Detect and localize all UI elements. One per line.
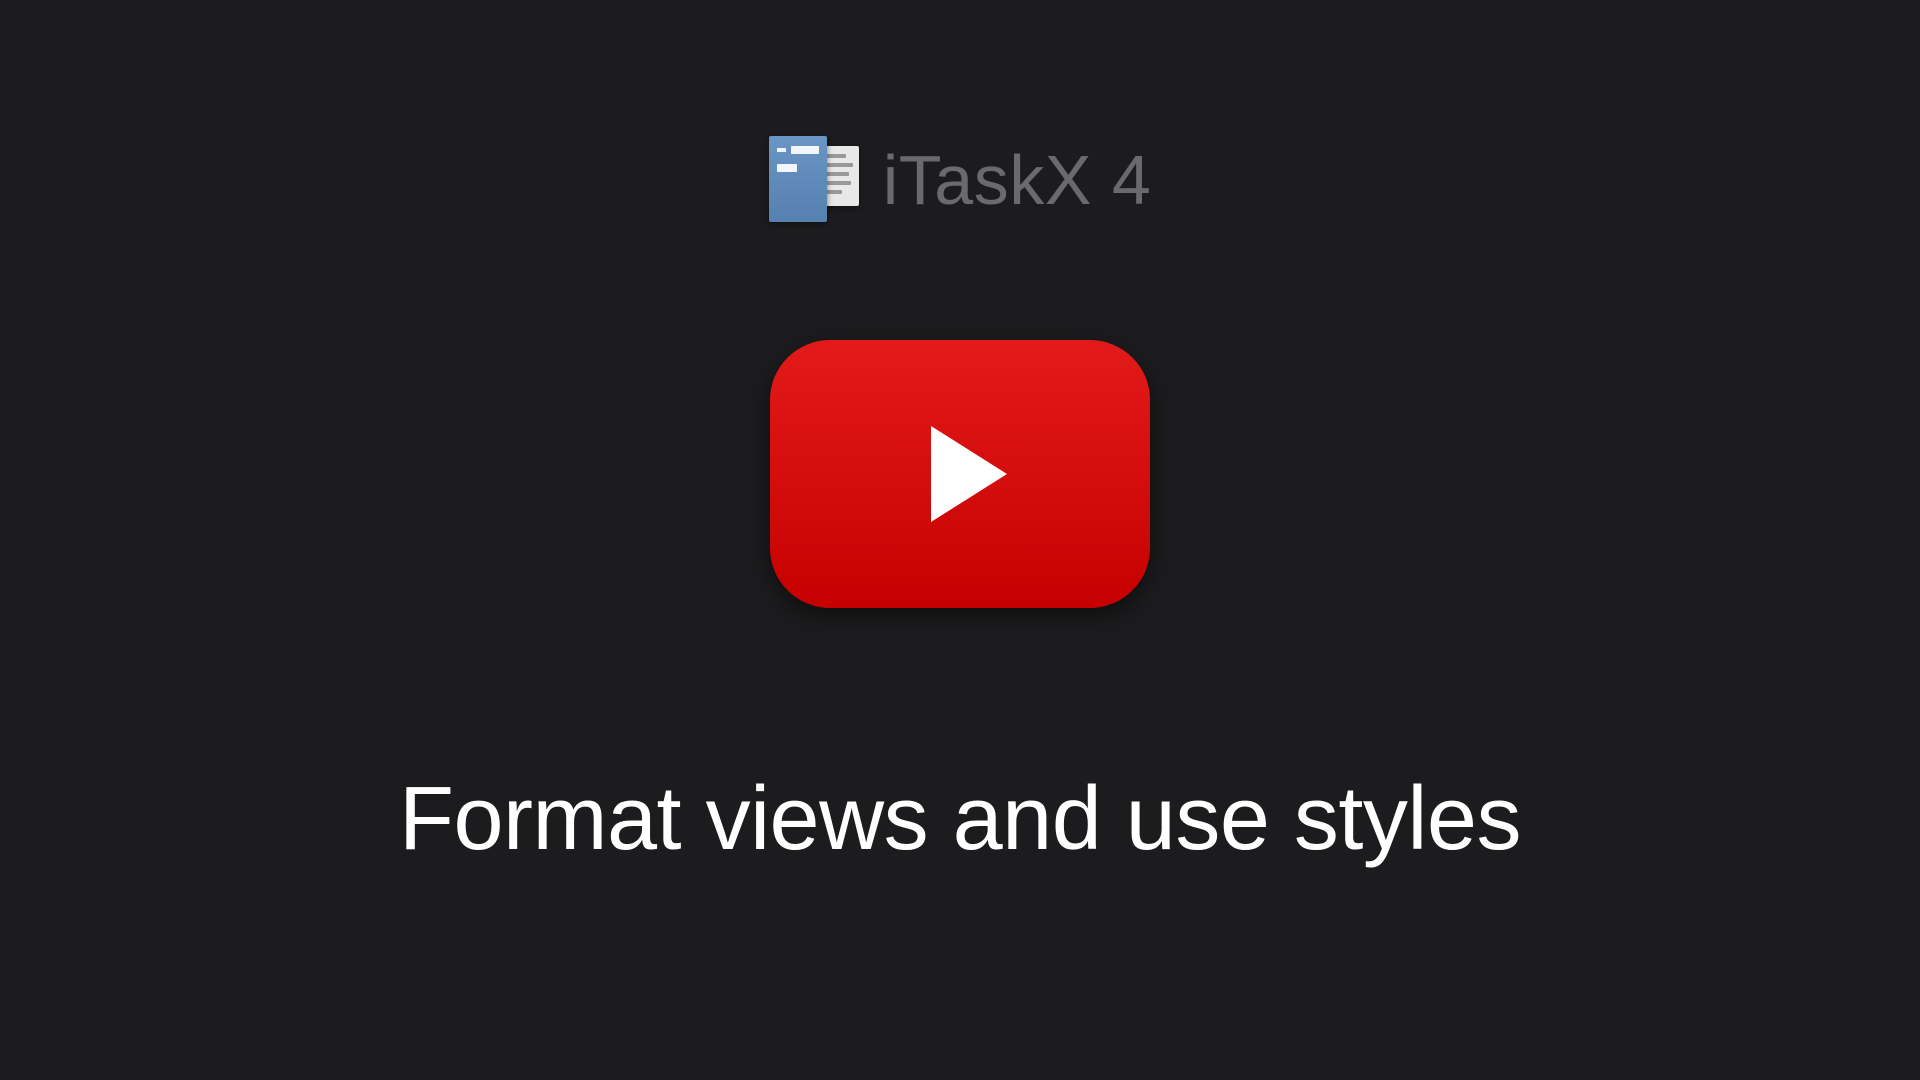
- itaskx-logo-icon: [769, 130, 859, 230]
- play-button-container: [770, 340, 1150, 608]
- video-title: Format views and use styles: [399, 768, 1521, 871]
- header: iTaskX 4: [769, 130, 1152, 230]
- app-name: iTaskX 4: [883, 140, 1152, 220]
- play-icon: [931, 426, 1007, 522]
- play-button[interactable]: [770, 340, 1150, 608]
- logo-document-front: [769, 136, 827, 222]
